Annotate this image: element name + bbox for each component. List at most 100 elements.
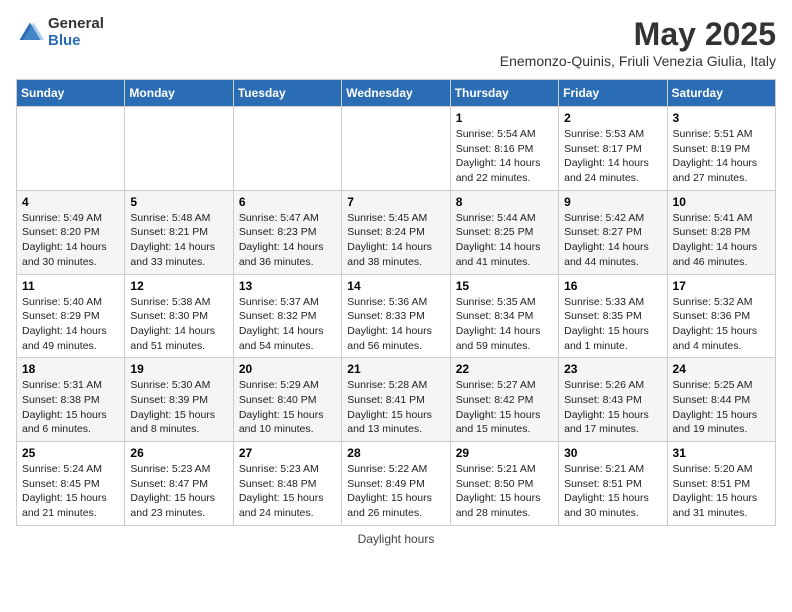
weekday-header-row: SundayMondayTuesdayWednesdayThursdayFrid… (17, 80, 776, 107)
day-data: Sunrise: 5:35 AM Sunset: 8:34 PM Dayligh… (456, 295, 553, 354)
day-data: Sunrise: 5:49 AM Sunset: 8:20 PM Dayligh… (22, 211, 119, 270)
day-number: 27 (239, 446, 336, 460)
day-number: 9 (564, 195, 661, 209)
day-number: 12 (130, 279, 227, 293)
calendar-cell: 20 Sunrise: 5:29 AM Sunset: 8:40 PM Dayli… (233, 358, 341, 442)
day-number: 28 (347, 446, 444, 460)
calendar-cell: 29 Sunrise: 5:21 AM Sunset: 8:50 PM Dayli… (450, 442, 558, 526)
day-data: Sunrise: 5:31 AM Sunset: 8:38 PM Dayligh… (22, 378, 119, 437)
calendar-week-row: 11 Sunrise: 5:40 AM Sunset: 8:29 PM Dayli… (17, 274, 776, 358)
day-number: 17 (673, 279, 770, 293)
calendar-cell: 3 Sunrise: 5:51 AM Sunset: 8:19 PM Daylig… (667, 107, 775, 191)
weekday-header-tuesday: Tuesday (233, 80, 341, 107)
day-number: 11 (22, 279, 119, 293)
day-data: Sunrise: 5:23 AM Sunset: 8:48 PM Dayligh… (239, 462, 336, 521)
day-number: 7 (347, 195, 444, 209)
weekday-header-monday: Monday (125, 80, 233, 107)
day-number: 13 (239, 279, 336, 293)
title-section: May 2025 Enemonzo-Quinis, Friuli Venezia… (500, 16, 776, 69)
day-number: 23 (564, 362, 661, 376)
day-data: Sunrise: 5:22 AM Sunset: 8:49 PM Dayligh… (347, 462, 444, 521)
weekday-header-saturday: Saturday (667, 80, 775, 107)
day-number: 30 (564, 446, 661, 460)
calendar-cell: 7 Sunrise: 5:45 AM Sunset: 8:24 PM Daylig… (342, 190, 450, 274)
day-number: 3 (673, 111, 770, 125)
day-data: Sunrise: 5:27 AM Sunset: 8:42 PM Dayligh… (456, 378, 553, 437)
day-data: Sunrise: 5:47 AM Sunset: 8:23 PM Dayligh… (239, 211, 336, 270)
day-number: 26 (130, 446, 227, 460)
calendar-cell: 25Sunrise: 5:24 AM Sunset: 8:45 PM Dayli… (17, 442, 125, 526)
calendar-week-row: 1Sunrise: 5:54 AM Sunset: 8:16 PM Daylig… (17, 107, 776, 191)
weekday-header-thursday: Thursday (450, 80, 558, 107)
day-data: Sunrise: 5:26 AM Sunset: 8:43 PM Dayligh… (564, 378, 661, 437)
calendar-cell: 18Sunrise: 5:31 AM Sunset: 8:38 PM Dayli… (17, 358, 125, 442)
calendar-cell: 5 Sunrise: 5:48 AM Sunset: 8:21 PM Daylig… (125, 190, 233, 274)
month-year-title: May 2025 (500, 16, 776, 53)
day-data: Sunrise: 5:51 AM Sunset: 8:19 PM Dayligh… (673, 127, 770, 186)
calendar-cell: 16 Sunrise: 5:33 AM Sunset: 8:35 PM Dayli… (559, 274, 667, 358)
day-data: Sunrise: 5:37 AM Sunset: 8:32 PM Dayligh… (239, 295, 336, 354)
day-number: 22 (456, 362, 553, 376)
calendar-cell: 15 Sunrise: 5:35 AM Sunset: 8:34 PM Dayli… (450, 274, 558, 358)
calendar-cell: 10 Sunrise: 5:41 AM Sunset: 8:28 PM Dayli… (667, 190, 775, 274)
calendar-cell (342, 107, 450, 191)
day-number: 8 (456, 195, 553, 209)
day-data: Sunrise: 5:30 AM Sunset: 8:39 PM Dayligh… (130, 378, 227, 437)
day-data: Sunrise: 5:29 AM Sunset: 8:40 PM Dayligh… (239, 378, 336, 437)
day-number: 5 (130, 195, 227, 209)
weekday-header-sunday: Sunday (17, 80, 125, 107)
day-data: Sunrise: 5:20 AM Sunset: 8:51 PM Dayligh… (673, 462, 770, 521)
calendar-cell: 1Sunrise: 5:54 AM Sunset: 8:16 PM Daylig… (450, 107, 558, 191)
day-data: Sunrise: 5:24 AM Sunset: 8:45 PM Dayligh… (22, 462, 119, 521)
day-number: 16 (564, 279, 661, 293)
calendar-cell (233, 107, 341, 191)
calendar-cell: 12 Sunrise: 5:38 AM Sunset: 8:30 PM Dayli… (125, 274, 233, 358)
day-number: 29 (456, 446, 553, 460)
calendar-cell: 11 Sunrise: 5:40 AM Sunset: 8:29 PM Dayli… (17, 274, 125, 358)
day-number: 19 (130, 362, 227, 376)
logo: General Blue (16, 16, 104, 49)
day-data: Sunrise: 5:21 AM Sunset: 8:51 PM Dayligh… (564, 462, 661, 521)
day-data: Sunrise: 5:38 AM Sunset: 8:30 PM Dayligh… (130, 295, 227, 354)
day-data: Sunrise: 5:23 AM Sunset: 8:47 PM Dayligh… (130, 462, 227, 521)
weekday-header-friday: Friday (559, 80, 667, 107)
day-data: Sunrise: 5:41 AM Sunset: 8:28 PM Dayligh… (673, 211, 770, 270)
day-number: 31 (673, 446, 770, 460)
calendar-week-row: 25Sunrise: 5:24 AM Sunset: 8:45 PM Dayli… (17, 442, 776, 526)
day-data: Sunrise: 5:48 AM Sunset: 8:21 PM Dayligh… (130, 211, 227, 270)
calendar-cell: 31 Sunrise: 5:20 AM Sunset: 8:51 PM Dayli… (667, 442, 775, 526)
calendar-cell: 2Sunrise: 5:53 AM Sunset: 8:17 PM Daylig… (559, 107, 667, 191)
day-data: Sunrise: 5:45 AM Sunset: 8:24 PM Dayligh… (347, 211, 444, 270)
calendar-cell: 6 Sunrise: 5:47 AM Sunset: 8:23 PM Daylig… (233, 190, 341, 274)
day-data: Sunrise: 5:40 AM Sunset: 8:29 PM Dayligh… (22, 295, 119, 354)
calendar-cell: 4 Sunrise: 5:49 AM Sunset: 8:20 PM Daylig… (17, 190, 125, 274)
day-data: Sunrise: 5:33 AM Sunset: 8:35 PM Dayligh… (564, 295, 661, 354)
day-number: 15 (456, 279, 553, 293)
day-number: 4 (22, 195, 119, 209)
calendar-cell: 26 Sunrise: 5:23 AM Sunset: 8:47 PM Dayli… (125, 442, 233, 526)
day-number: 6 (239, 195, 336, 209)
day-data: Sunrise: 5:32 AM Sunset: 8:36 PM Dayligh… (673, 295, 770, 354)
calendar-cell: 17 Sunrise: 5:32 AM Sunset: 8:36 PM Dayli… (667, 274, 775, 358)
day-number: 20 (239, 362, 336, 376)
calendar-cell: 24 Sunrise: 5:25 AM Sunset: 8:44 PM Dayli… (667, 358, 775, 442)
day-number: 14 (347, 279, 444, 293)
footer-daylight: Daylight hours (16, 532, 776, 546)
day-number: 21 (347, 362, 444, 376)
day-data: Sunrise: 5:25 AM Sunset: 8:44 PM Dayligh… (673, 378, 770, 437)
calendar-cell (125, 107, 233, 191)
calendar-table: SundayMondayTuesdayWednesdayThursdayFrid… (16, 79, 776, 526)
day-data: Sunrise: 5:28 AM Sunset: 8:41 PM Dayligh… (347, 378, 444, 437)
calendar-cell: 13 Sunrise: 5:37 AM Sunset: 8:32 PM Dayli… (233, 274, 341, 358)
day-data: Sunrise: 5:21 AM Sunset: 8:50 PM Dayligh… (456, 462, 553, 521)
logo-general-text: General (48, 16, 104, 33)
calendar-cell: 22 Sunrise: 5:27 AM Sunset: 8:42 PM Dayli… (450, 358, 558, 442)
day-data: Sunrise: 5:36 AM Sunset: 8:33 PM Dayligh… (347, 295, 444, 354)
day-number: 24 (673, 362, 770, 376)
location-subtitle: Enemonzo-Quinis, Friuli Venezia Giulia, … (500, 53, 776, 69)
day-number: 1 (456, 111, 553, 125)
day-number: 10 (673, 195, 770, 209)
day-number: 2 (564, 111, 661, 125)
calendar-week-row: 18Sunrise: 5:31 AM Sunset: 8:38 PM Dayli… (17, 358, 776, 442)
calendar-cell: 19 Sunrise: 5:30 AM Sunset: 8:39 PM Dayli… (125, 358, 233, 442)
